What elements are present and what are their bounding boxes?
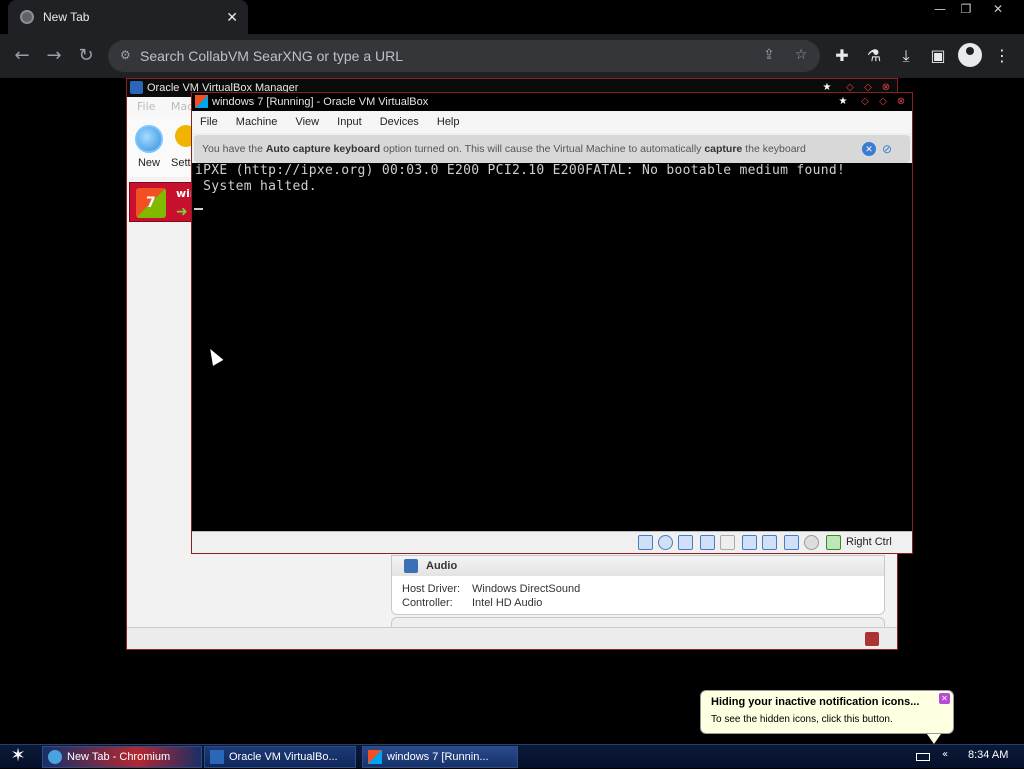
menu-file[interactable]: File	[137, 100, 155, 113]
profile-avatar-icon[interactable]	[958, 43, 982, 67]
reload-icon[interactable]: ↻	[74, 44, 98, 68]
speaker-icon	[404, 559, 418, 573]
clock[interactable]: 8:34 AM	[968, 749, 1008, 761]
shade-icon[interactable]: ◇	[858, 95, 872, 109]
balloon-text: To see the hidden icons, click this butt…	[711, 714, 893, 725]
windows-7-icon: 7	[136, 188, 166, 218]
close-window-button[interactable]: ✕	[982, 0, 1014, 18]
settings-label: Sett	[171, 157, 191, 169]
controller-row: Controller: Intel HD Audio	[402, 597, 543, 609]
running-arrow-icon: ➜	[176, 204, 188, 220]
taskbar-task-vm[interactable]: windows 7 [Runnin...	[362, 746, 518, 768]
omnibox[interactable]: ⚙ ⇪ ☆	[108, 40, 820, 72]
balloon-title: Hiding your inactive notification icons.…	[711, 696, 920, 708]
taskbar: ✶ New Tab - Chromium Oracle VM VirtualBo…	[0, 744, 1024, 768]
keyboard-capture-icon[interactable]	[826, 535, 841, 550]
restore-button[interactable]: ❐	[950, 0, 982, 18]
menu-input[interactable]: Input	[337, 111, 361, 133]
audio-section-header[interactable]: Audio	[392, 556, 884, 576]
menu-view[interactable]: View	[295, 111, 319, 133]
console-cursor	[194, 208, 203, 210]
balloon-tail	[927, 734, 941, 744]
windows-7-icon	[368, 750, 382, 764]
pin-icon[interactable]: ★	[836, 95, 850, 109]
globe-icon	[20, 10, 34, 24]
start-star-icon[interactable]: ✶	[0, 745, 36, 769]
system-tray: « 8:34 AM	[906, 745, 1024, 769]
vm-title: windows 7 [Running] - Oracle VM VirtualB…	[212, 96, 429, 108]
menu-kebab-icon[interactable]: ⋮	[990, 44, 1014, 68]
virtualbox-icon	[210, 750, 224, 764]
chromium-icon	[48, 750, 62, 764]
vm-list-item[interactable]: 7 win ➜	[129, 182, 198, 222]
menu-help[interactable]: Help	[437, 111, 460, 133]
close-icon[interactable]: ⊗	[894, 95, 908, 109]
banner-close-icon[interactable]: ✕	[862, 142, 876, 156]
vm-statusbar: Right Ctrl	[192, 531, 912, 553]
site-info-icon[interactable]: ⚙	[120, 48, 131, 62]
share-icon[interactable]: ⇪	[760, 47, 778, 65]
tab-new-tab[interactable]: New Tab ✕	[8, 0, 248, 34]
new-vm-label: New	[137, 157, 160, 169]
menu-machine[interactable]: Machine	[236, 111, 278, 133]
vbox-manager-statusbar	[127, 627, 897, 649]
usb-icon[interactable]	[700, 535, 715, 550]
cpu-icon[interactable]	[784, 535, 799, 550]
tab-title: New Tab	[43, 10, 90, 24]
close-tab-icon[interactable]: ✕	[226, 9, 238, 26]
hard-disk-icon[interactable]	[638, 535, 653, 550]
taskbar-task-vbox-manager[interactable]: Oracle VM VirtualBo...	[204, 746, 356, 768]
network-icon[interactable]	[678, 535, 693, 550]
star-icon[interactable]: ☆	[792, 47, 810, 65]
extensions-icon[interactable]: ✚	[830, 44, 854, 68]
console-line: System halted.	[195, 179, 317, 194]
keyboard-icon[interactable]	[916, 753, 930, 761]
address-input[interactable]	[140, 40, 740, 72]
auto-capture-banner: You have the Auto capture keyboard optio…	[194, 135, 910, 163]
browser-tab-strip: New Tab ✕ — ❐ ✕	[0, 0, 1024, 34]
taskbar-task-browser[interactable]: New Tab - Chromium	[42, 746, 202, 768]
host-driver-row: Host Driver: Windows DirectSound	[402, 583, 581, 595]
forward-arrow-icon[interactable]: →	[42, 44, 66, 68]
maximize-icon[interactable]: ◇	[876, 95, 890, 109]
audio-details-panel: Audio Host Driver: Windows DirectSound Co…	[391, 555, 885, 615]
vm-titlebar[interactable]: windows 7 [Running] - Oracle VM VirtualB…	[192, 93, 912, 111]
back-arrow-icon[interactable]: ←	[10, 44, 34, 68]
menu-devices[interactable]: Devices	[380, 111, 419, 133]
side-panel-icon[interactable]: ▣	[926, 44, 950, 68]
mouse-integration-icon[interactable]	[804, 535, 819, 550]
vm-window: windows 7 [Running] - Oracle VM VirtualB…	[191, 92, 913, 554]
optical-drive-icon[interactable]	[658, 535, 673, 550]
banner-dont-show-icon[interactable]: ⊘	[882, 142, 898, 156]
balloon-close-icon[interactable]: ✕	[939, 693, 950, 704]
new-vm-icon	[135, 125, 163, 153]
virtualbox-icon	[130, 81, 143, 94]
vm-menubar: File Machine View Input Devices Help	[192, 111, 912, 133]
download-icon[interactable]: ⤓	[894, 44, 918, 68]
status-indicator-icon	[865, 632, 879, 646]
shared-folders-icon[interactable]	[720, 535, 735, 550]
notification-balloon[interactable]: Hiding your inactive notification icons.…	[700, 690, 954, 744]
display-icon[interactable]	[742, 535, 757, 550]
labs-flask-icon[interactable]: ⚗	[862, 44, 886, 68]
windows-7-icon	[195, 95, 208, 108]
show-hidden-icons-icon[interactable]: «	[942, 749, 948, 760]
new-vm-button[interactable]: New	[131, 125, 167, 173]
console-line: iPXE (http://ipxe.org) 00:03.0 E200 PCI2…	[195, 163, 846, 178]
menu-file[interactable]: File	[200, 111, 218, 133]
host-key-label: Right Ctrl	[846, 536, 892, 548]
video-capture-icon[interactable]	[762, 535, 777, 550]
browser-toolbar: ← → ↻ ⚙ ⇪ ☆ ✚ ⚗ ⤓ ▣ ⋮	[0, 34, 1024, 78]
vm-console-screen[interactable]: iPXE (http://ipxe.org) 00:03.0 E200 PCI2…	[192, 163, 912, 531]
menu-machine[interactable]: Mac	[171, 100, 193, 113]
